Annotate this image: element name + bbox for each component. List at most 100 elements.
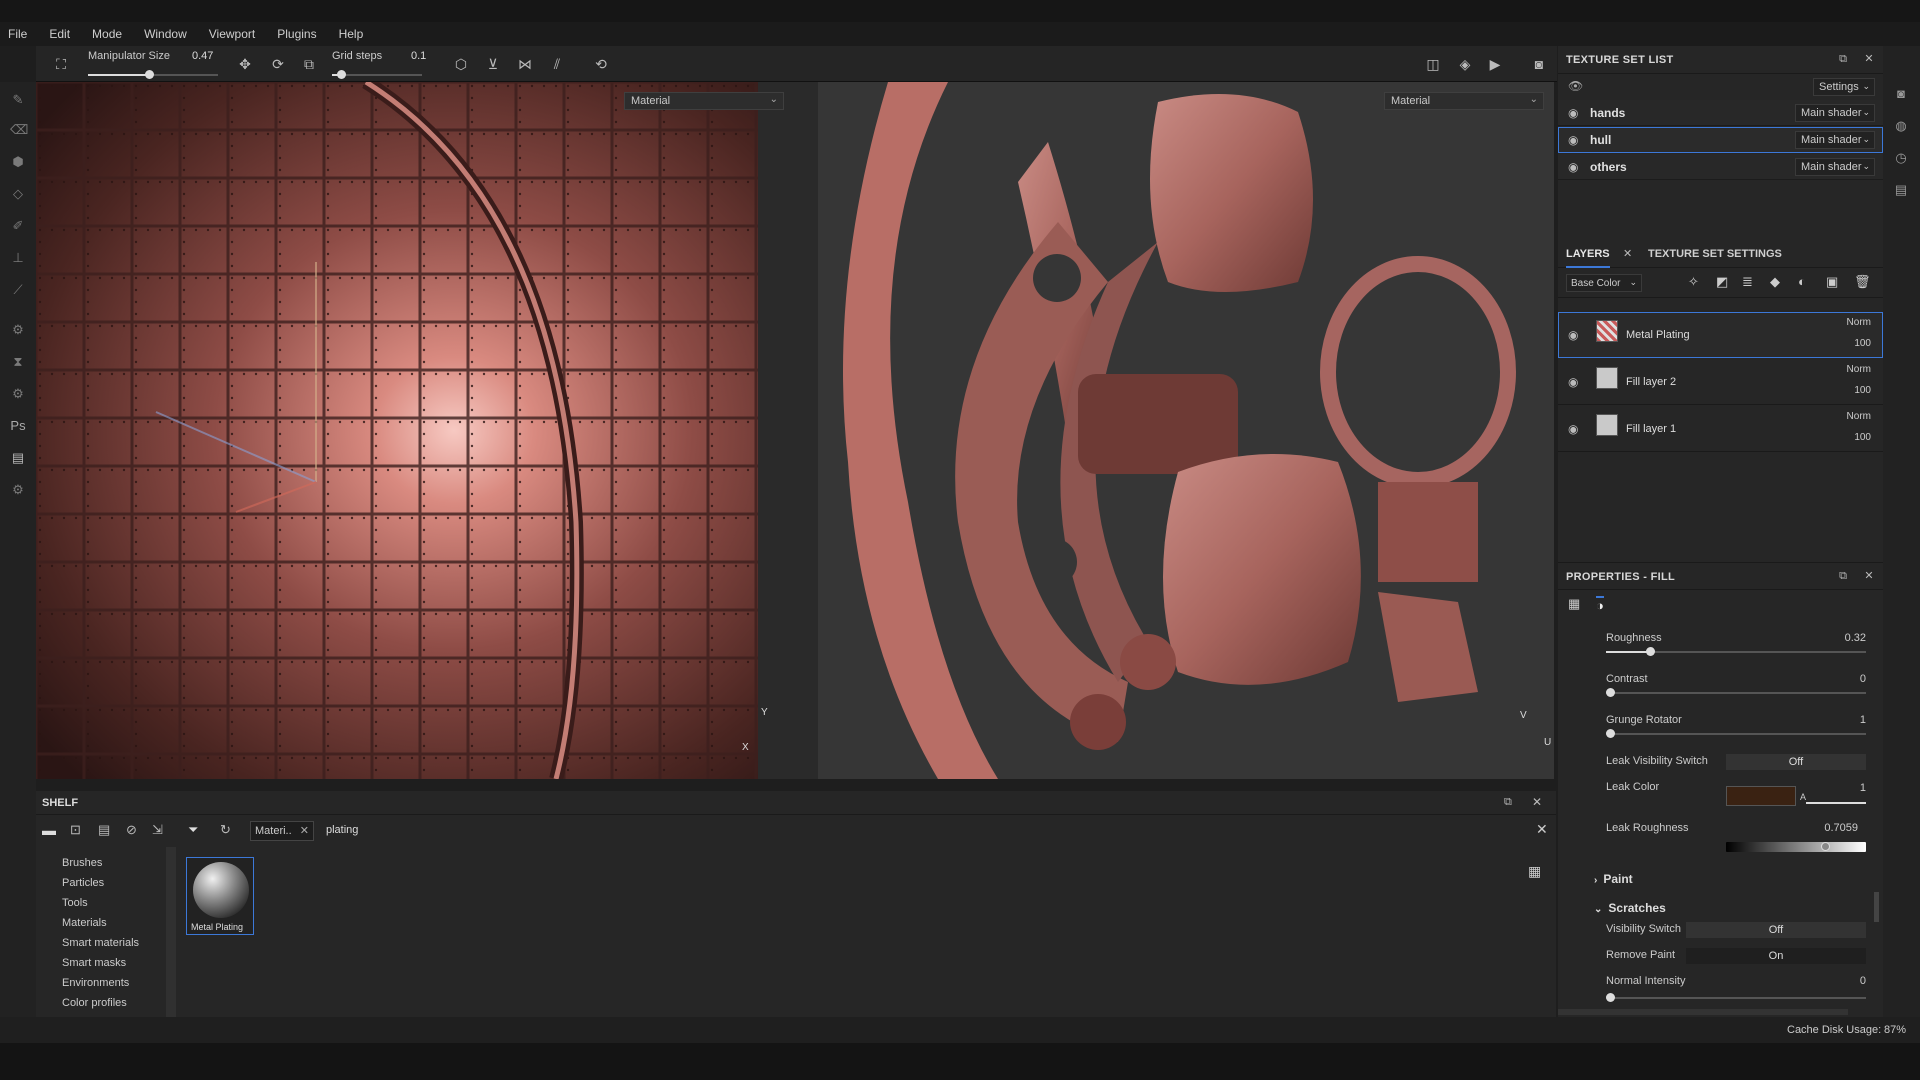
- refresh-icon[interactable]: ↻: [220, 822, 231, 838]
- roughness-slider[interactable]: [1606, 647, 1866, 657]
- roughness-value[interactable]: 0.32: [1828, 632, 1866, 644]
- shader-select[interactable]: Main shader ⌄: [1795, 158, 1875, 176]
- filter-tag-close-icon[interactable]: ✕: [300, 824, 309, 837]
- viewport-3d[interactable]: Material ⌄ Y X: [36, 82, 796, 779]
- save-icon[interactable]: ▤: [98, 822, 110, 838]
- add-layer-icon[interactable]: ≣: [1742, 274, 1753, 290]
- display-mode-icon[interactable]: ◈: [1456, 55, 1474, 73]
- delete-layer-icon[interactable]: 🗑: [1854, 274, 1871, 290]
- shelf-category[interactable]: Particles: [62, 877, 104, 889]
- display-settings-icon[interactable]: ◙: [1893, 86, 1909, 102]
- shelf-category[interactable]: Smart materials: [62, 937, 139, 949]
- eye-icon[interactable]: ◉: [1568, 133, 1584, 147]
- shader-select[interactable]: Main shader ⌄: [1795, 104, 1875, 122]
- import-icon[interactable]: ⇲: [152, 822, 163, 838]
- align-icon[interactable]: ⊻: [484, 55, 502, 73]
- color-picker-icon[interactable]: ⟋: [10, 282, 26, 298]
- shader-select[interactable]: Main shader ⌄: [1795, 131, 1875, 149]
- add-smart-material-icon[interactable]: ◐: [1798, 274, 1806, 289]
- eye-icon[interactable]: ◉: [1568, 106, 1584, 120]
- viewport-divider[interactable]: [796, 82, 818, 779]
- menu-file[interactable]: File: [8, 27, 27, 41]
- paint-section-header[interactable]: › Paint: [1594, 872, 1633, 886]
- panel-close-icon[interactable]: ✕: [1862, 52, 1876, 66]
- panel-close-icon[interactable]: ✕: [1862, 569, 1876, 583]
- add-fill-layer-icon[interactable]: ◆: [1770, 274, 1780, 290]
- filter-icon[interactable]: ⏷: [188, 822, 198, 838]
- viewport-2d-mode-select[interactable]: Material ⌄: [1384, 92, 1544, 110]
- settings-icon[interactable]: ⚙: [10, 482, 26, 498]
- grid-steps-value[interactable]: 0.1: [411, 50, 426, 62]
- opacity-field[interactable]: 100: [1854, 432, 1871, 443]
- menu-help[interactable]: Help: [339, 27, 364, 41]
- menu-window[interactable]: Window: [144, 27, 187, 41]
- normal-intensity-slider[interactable]: [1606, 993, 1866, 1003]
- scale-gizmo-icon[interactable]: ⧉: [300, 55, 318, 73]
- crop-tool-icon[interactable]: ⛶: [52, 55, 70, 73]
- tab-layers-close-icon[interactable]: ✕: [1623, 247, 1632, 260]
- tab-texture-set-settings[interactable]: TEXTURE SET SETTINGS: [1648, 240, 1782, 268]
- grid-view-icon[interactable]: ▦: [1528, 863, 1541, 880]
- shelf-float-icon[interactable]: ⧉: [1504, 796, 1512, 809]
- folder-icon[interactable]: ▬: [42, 822, 56, 838]
- shelf-category[interactable]: Color profiles: [62, 997, 127, 1009]
- texture-set-settings-button[interactable]: Settings ⌄: [1813, 78, 1875, 96]
- smudge-icon[interactable]: ✐: [10, 218, 26, 234]
- properties-hscrollbar[interactable]: [1558, 1009, 1848, 1015]
- leak-color-alpha-slider[interactable]: [1806, 802, 1866, 804]
- shelf-filter-tag[interactable]: Materi.. ✕: [250, 821, 314, 841]
- manipulator-size-knob[interactable]: [145, 70, 155, 79]
- channel-select[interactable]: Base Color ⌄: [1566, 274, 1642, 292]
- eye-icon[interactable]: ◉: [1568, 160, 1584, 174]
- shelf-category[interactable]: Tools: [62, 897, 88, 909]
- menu-viewport[interactable]: Viewport: [209, 27, 255, 41]
- screenshot-icon[interactable]: ◙: [1530, 55, 1548, 73]
- new-item-icon[interactable]: ⊡: [70, 822, 81, 838]
- add-effect-icon[interactable]: ✧: [1688, 274, 1699, 290]
- panel-float-icon[interactable]: ⧉: [1836, 569, 1850, 583]
- blend-mode-select[interactable]: Norm: [1847, 317, 1871, 328]
- contrast-value[interactable]: 0: [1828, 673, 1866, 685]
- mask-tab-icon[interactable]: ◑: [1596, 596, 1604, 613]
- leak-roughness-value[interactable]: 0.7059: [1798, 822, 1858, 834]
- photoshop-icon[interactable]: Ps: [10, 418, 26, 434]
- grunge-rotator-slider[interactable]: [1606, 729, 1866, 739]
- leak-roughness-slider[interactable]: [1726, 842, 1866, 852]
- history-icon[interactable]: ◷: [1893, 150, 1909, 166]
- shader-settings-icon[interactable]: ▤: [10, 450, 26, 466]
- grunge-rotator-value[interactable]: 1: [1828, 714, 1866, 726]
- export-icon[interactable]: ⧗: [10, 354, 26, 370]
- shelf-category[interactable]: Materials: [62, 917, 107, 929]
- projection-icon[interactable]: ⬢: [10, 154, 26, 170]
- blend-mode-select[interactable]: Norm: [1847, 364, 1871, 375]
- move-gizmo-icon[interactable]: ✥: [236, 55, 254, 73]
- polygon-fill-icon[interactable]: ◇: [10, 186, 26, 202]
- shelf-category[interactable]: Environments: [62, 977, 129, 989]
- properties-scrollbar[interactable]: [1874, 892, 1879, 922]
- viewport-2d[interactable]: Material ⌄ V U: [818, 82, 1554, 779]
- manipulator-size-slider[interactable]: [88, 70, 218, 80]
- rotate-gizmo-icon[interactable]: ⟳: [269, 55, 287, 73]
- blend-mode-select[interactable]: Norm: [1847, 411, 1871, 422]
- layer-row[interactable]: ◉ Metal Plating Norm 100: [1558, 312, 1883, 358]
- grid-steps-slider[interactable]: [332, 70, 422, 80]
- camera-icon[interactable]: ▶: [1486, 55, 1504, 73]
- visibility-icon[interactable]: 👁: [1568, 79, 1583, 93]
- display-settings-icon[interactable]: ⚙: [10, 386, 26, 402]
- shelf-category[interactable]: Brushes: [62, 857, 102, 869]
- remove-paint-toggle[interactable]: On: [1686, 948, 1866, 964]
- eraser-icon[interactable]: ⌫: [10, 122, 28, 138]
- panel-float-icon[interactable]: ⧉: [1836, 52, 1850, 66]
- texture-set-row[interactable]: ◉ others Main shader ⌄: [1558, 154, 1883, 180]
- contrast-slider[interactable]: [1606, 688, 1866, 698]
- leak-color-swatch[interactable]: [1726, 786, 1796, 806]
- shader-icon[interactable]: ◍: [1893, 118, 1909, 134]
- tab-layers[interactable]: LAYERS: [1566, 240, 1610, 268]
- split-view-icon[interactable]: ◫: [1424, 55, 1442, 73]
- texture-set-row[interactable]: ◉ hands Main shader ⌄: [1558, 100, 1883, 126]
- menu-edit[interactable]: Edit: [49, 27, 70, 41]
- cube-view-icon[interactable]: ⬡: [452, 55, 470, 73]
- shelf-category[interactable]: Smart masks: [62, 957, 126, 969]
- menu-mode[interactable]: Mode: [92, 27, 122, 41]
- grid-steps-knob[interactable]: [337, 70, 346, 79]
